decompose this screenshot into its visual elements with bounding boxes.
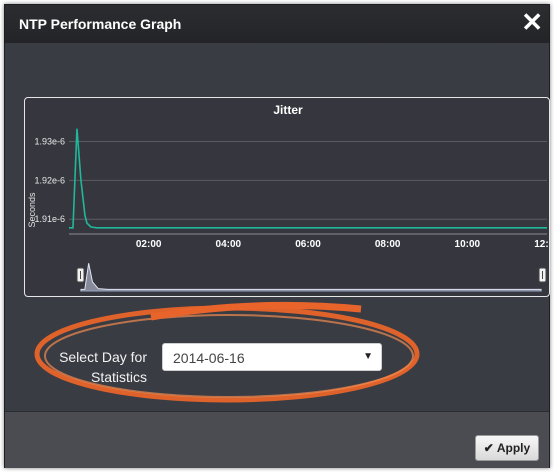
x-tick-label: 06:00 <box>295 239 321 250</box>
jitter-series-line <box>69 128 547 229</box>
select-label-line1: Select Day for <box>59 349 147 365</box>
dialog-footer: ✔ Apply <box>5 411 549 468</box>
select-label-line2: Statistics <box>90 369 147 385</box>
jitter-chart-svg: Jitter Seconds 1.93e-61.92e-61.91e-602:0… <box>27 103 550 292</box>
y-tick-label: 1.93e-6 <box>34 136 65 146</box>
x-tick-label: 02:00 <box>136 239 162 250</box>
close-icon[interactable]: ✕ <box>521 8 543 36</box>
selected-date: 2014-06-16 <box>173 350 245 366</box>
select-day-label: Select Day for Statistics <box>37 347 147 387</box>
ntp-performance-dialog: NTP Performance Graph ✕ Jitter Seconds 1… <box>4 4 550 468</box>
chart-title: Jitter <box>273 103 303 117</box>
jitter-chart: Jitter Seconds 1.93e-6 1.92e-6 1.91e-6 02:0… <box>24 97 550 297</box>
y-tick-label: 1.91e-6 <box>34 214 65 224</box>
x-tick-label: 10:00 <box>455 239 481 250</box>
apply-label: Apply <box>496 441 531 455</box>
apply-button[interactable]: ✔ Apply <box>475 435 539 461</box>
navigator-area <box>80 263 542 292</box>
dialog-titlebar: NTP Performance Graph ✕ <box>5 5 549 43</box>
y-tick-label: 1.92e-6 <box>34 175 65 185</box>
dialog-title: NTP Performance Graph <box>19 16 182 32</box>
chevron-down-icon: ▼ <box>363 351 373 362</box>
x-tick-label: 08:00 <box>375 239 401 250</box>
x-tick-label: 04:00 <box>216 239 242 250</box>
date-selection-row: Select Day for Statistics 2014-06-16 ▼ <box>5 335 549 395</box>
x-tick-label: 12:00 <box>534 239 550 250</box>
check-icon: ✔ <box>483 441 494 455</box>
date-select-dropdown[interactable]: 2014-06-16 ▼ <box>162 343 382 371</box>
